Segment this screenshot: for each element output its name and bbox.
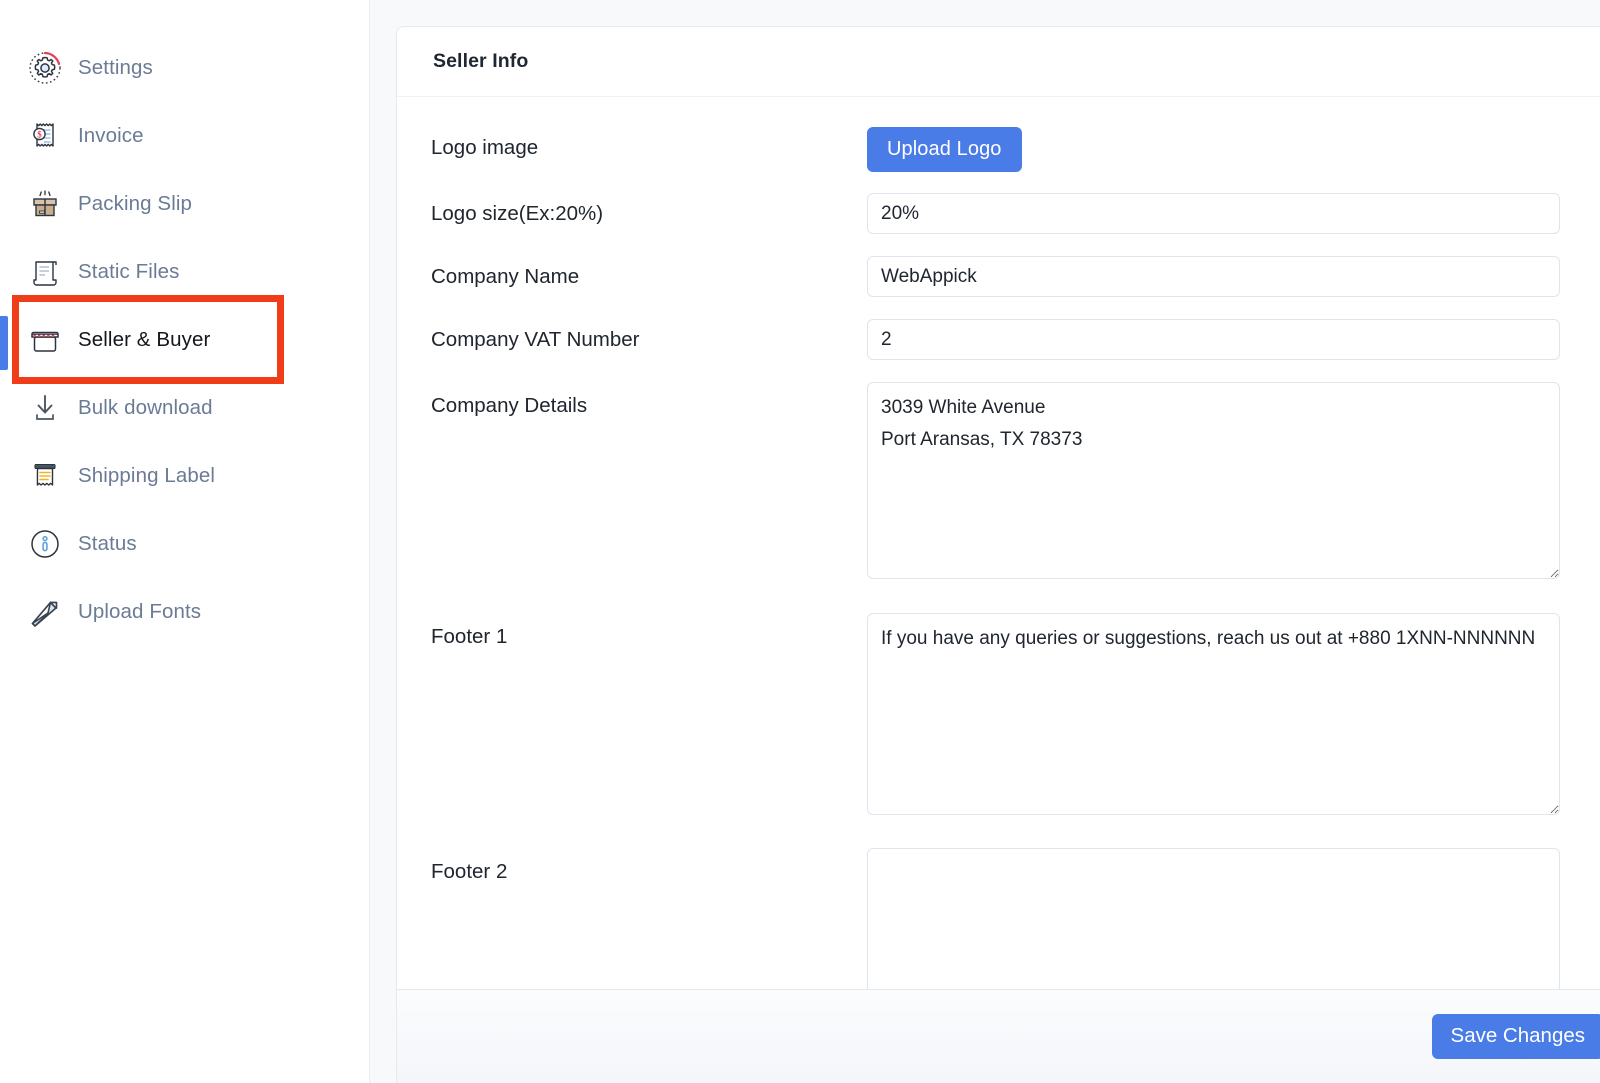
svg-text:$: $ bbox=[37, 130, 42, 140]
page-title: Seller Info bbox=[433, 50, 529, 72]
form-row-company-details: Company Details 3039 White Avenue Port A… bbox=[397, 382, 1600, 579]
app-root: Settings $ Invoice Packing Slip Static F… bbox=[0, 0, 1600, 1083]
field-footer1: If you have any queries or suggestions, … bbox=[867, 613, 1600, 815]
sidebar-item-bulk-download[interactable]: Bulk download bbox=[0, 374, 369, 442]
label-footer2: Footer 2 bbox=[431, 860, 508, 883]
label-logo-image: Logo image bbox=[431, 136, 539, 159]
footer1-textarea[interactable]: If you have any queries or suggestions, … bbox=[867, 613, 1560, 815]
card-footer: Save Changes bbox=[397, 989, 1600, 1083]
form-row-footer1: Footer 1 If you have any queries or sugg… bbox=[397, 613, 1600, 815]
shipping-label-icon bbox=[26, 457, 64, 495]
sidebar: Settings $ Invoice Packing Slip Static F… bbox=[0, 0, 370, 1083]
sidebar-item-packing-slip[interactable]: Packing Slip bbox=[0, 170, 369, 238]
label-company-name: Company Name bbox=[431, 265, 580, 288]
label-company-details: Company Details bbox=[431, 394, 588, 417]
field-footer2 bbox=[867, 848, 1600, 989]
field-company-vat bbox=[867, 319, 1600, 360]
sidebar-item-label: Invoice bbox=[78, 123, 144, 147]
form-row-company-name: Company Name bbox=[397, 256, 1600, 297]
card-header: Seller Info bbox=[397, 27, 1600, 97]
sidebar-item-label: Static Files bbox=[78, 259, 180, 283]
sidebar-item-invoice[interactable]: $ Invoice bbox=[0, 102, 369, 170]
pen-nib-icon bbox=[26, 593, 64, 631]
sidebar-item-label: Shipping Label bbox=[78, 463, 216, 487]
main-content: Seller Info Logo image Upload Logo Logo … bbox=[370, 0, 1600, 1083]
sidebar-item-label: Settings bbox=[78, 55, 153, 79]
storefront-icon bbox=[26, 321, 64, 359]
seller-info-form: Logo image Upload Logo Logo size(Ex:20%)… bbox=[397, 97, 1600, 989]
sidebar-item-label: Bulk download bbox=[78, 395, 213, 419]
logo-size-input[interactable] bbox=[867, 193, 1560, 234]
footer2-textarea[interactable] bbox=[867, 848, 1560, 989]
save-changes-button[interactable]: Save Changes bbox=[1431, 1013, 1600, 1060]
label-company-vat: Company VAT Number bbox=[431, 328, 640, 351]
info-circle-icon bbox=[26, 525, 64, 563]
field-logo-image: Upload Logo bbox=[867, 127, 1600, 172]
form-row-footer2: Footer 2 bbox=[397, 848, 1600, 989]
sidebar-item-static-files[interactable]: Static Files bbox=[0, 238, 369, 306]
sidebar-item-label: Upload Fonts bbox=[78, 599, 202, 623]
invoice-icon: $ bbox=[26, 117, 64, 155]
sidebar-item-settings[interactable]: Settings bbox=[0, 34, 369, 102]
sidebar-item-label: Status bbox=[78, 531, 137, 555]
seller-info-card: Seller Info Logo image Upload Logo Logo … bbox=[396, 26, 1600, 1083]
sidebar-item-shipping-label[interactable]: Shipping Label bbox=[0, 442, 369, 510]
sidebar-item-label: Packing Slip bbox=[78, 191, 193, 215]
company-name-input[interactable] bbox=[867, 256, 1560, 297]
sidebar-item-seller-and-buyer[interactable]: Seller & Buyer bbox=[0, 306, 369, 374]
label-logo-size: Logo size(Ex:20%) bbox=[431, 202, 604, 225]
gear-icon bbox=[26, 49, 64, 87]
company-vat-input[interactable] bbox=[867, 319, 1560, 360]
scroll-document-icon bbox=[26, 253, 64, 291]
company-details-textarea[interactable]: 3039 White Avenue Port Aransas, TX 78373 bbox=[867, 382, 1560, 579]
label-footer1: Footer 1 bbox=[431, 625, 508, 648]
upload-logo-button[interactable]: Upload Logo bbox=[867, 127, 1022, 172]
form-row-company-vat: Company VAT Number bbox=[397, 319, 1600, 360]
field-company-name bbox=[867, 256, 1600, 297]
field-company-details: 3039 White Avenue Port Aransas, TX 78373 bbox=[867, 382, 1600, 579]
sidebar-item-label: Seller & Buyer bbox=[78, 327, 211, 351]
form-row-logo-size: Logo size(Ex:20%) bbox=[397, 193, 1600, 234]
sidebar-item-status[interactable]: Status bbox=[0, 510, 369, 578]
open-box-icon bbox=[26, 185, 64, 223]
sidebar-item-upload-fonts[interactable]: Upload Fonts bbox=[0, 578, 369, 646]
field-logo-size bbox=[867, 193, 1600, 234]
download-arrow-icon bbox=[26, 389, 64, 427]
form-row-logo-image: Logo image Upload Logo bbox=[397, 127, 1600, 172]
